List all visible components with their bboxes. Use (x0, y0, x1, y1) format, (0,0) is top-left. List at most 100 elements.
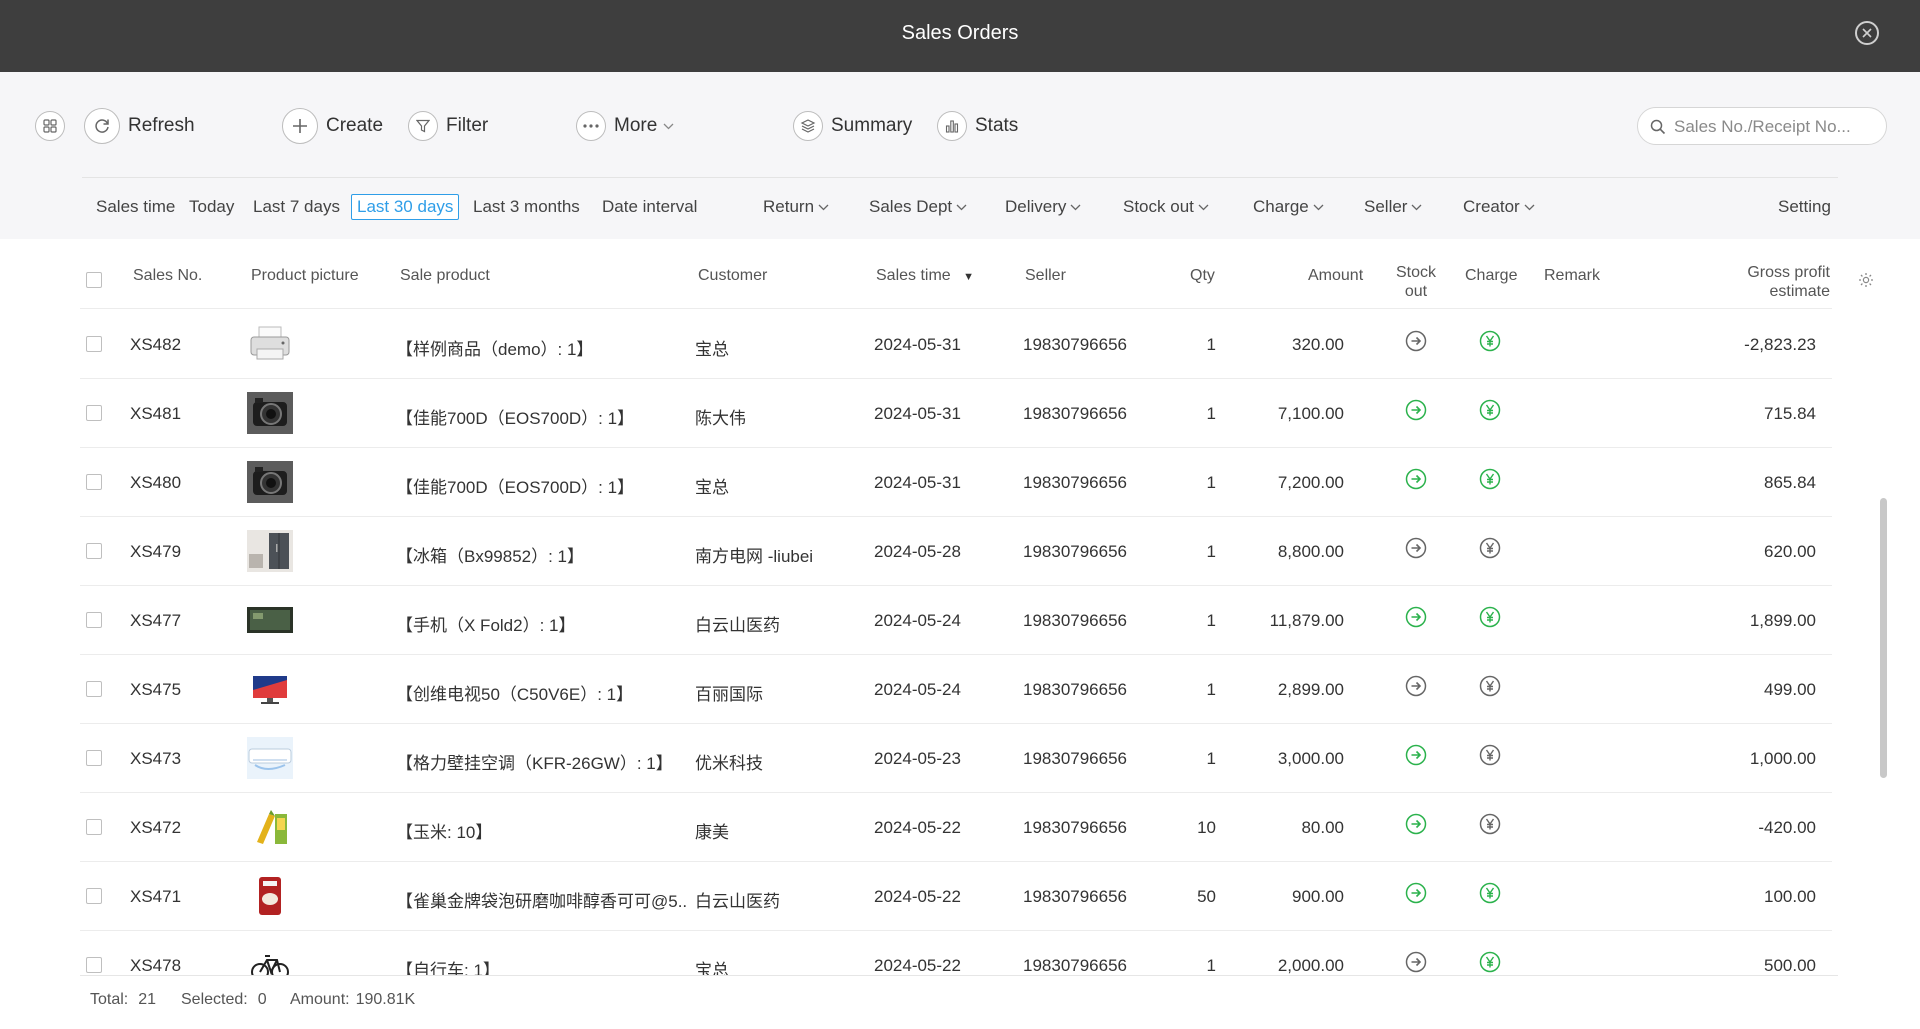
sales-time: 2024-05-28 (874, 542, 961, 561)
sales-dept-dropdown[interactable]: Sales Dept (869, 197, 967, 217)
charge-pending-icon[interactable] (1479, 675, 1501, 697)
stats-button[interactable]: Stats (937, 106, 1018, 146)
row-checkbox[interactable] (86, 612, 102, 628)
table-header: Sales No. Product picture Sale product C… (80, 239, 1873, 309)
return-dropdown[interactable]: Return (763, 197, 829, 217)
col-seller[interactable]: Seller (1025, 267, 1066, 285)
sales-no[interactable]: XS480 (130, 473, 181, 493)
stock-out-done-icon[interactable] (1405, 744, 1427, 766)
qty: 1 (1206, 680, 1216, 699)
sort-desc-icon: ▼ (963, 271, 975, 283)
stock-out-pending-icon[interactable] (1405, 675, 1427, 697)
seller-dropdown[interactable]: Seller (1364, 197, 1422, 217)
sales-no[interactable]: XS482 (130, 335, 181, 355)
filter-last-30-days[interactable]: Last 30 days (351, 194, 460, 220)
refresh-button[interactable]: Refresh (84, 106, 195, 146)
table-row[interactable]: XS480 【佳能700D（EOS700D）: 1】 宝总 2024-05-31 198… (80, 448, 1832, 517)
sales-no[interactable]: XS477 (130, 611, 181, 631)
row-checkbox[interactable] (86, 474, 102, 490)
charge-pending-icon[interactable] (1479, 813, 1501, 835)
search-box[interactable] (1637, 107, 1887, 145)
charge-done-icon[interactable] (1479, 330, 1501, 352)
stock-out-pending-icon[interactable] (1405, 951, 1427, 973)
sales-no[interactable]: XS473 (130, 749, 181, 769)
more-button[interactable]: More (576, 106, 674, 146)
amount-label: Amount: (290, 991, 350, 1008)
col-sales-no[interactable]: Sales No. (133, 267, 202, 285)
select-all-checkbox[interactable] (86, 272, 102, 288)
sale-product: 【自行车: 1】 (396, 961, 500, 975)
create-button[interactable]: Create (282, 106, 383, 146)
col-sales-time[interactable]: Sales time ▼ (876, 267, 974, 285)
filter-last-3-months[interactable]: Last 3 months (473, 197, 580, 217)
table-row[interactable]: XS481 【佳能700D（EOS700D）: 1】 陈大伟 2024-05-31 19… (80, 379, 1832, 448)
sales-no[interactable]: XS471 (130, 887, 181, 907)
sale-product: 【佳能700D（EOS700D）: 1】 (396, 478, 635, 497)
col-gross-profit[interactable]: Gross profit estimate (1720, 263, 1830, 301)
stock-out-done-icon[interactable] (1405, 399, 1427, 421)
orders-table: Sales No. Product picture Sale product C… (0, 239, 1920, 975)
table-row[interactable]: XS473 【格力壁挂空调（KFR-26GW）: 1】 优米科技 2024-05-23… (80, 724, 1832, 793)
product-image (247, 875, 293, 917)
col-qty[interactable]: Qty (1190, 267, 1215, 285)
charge-dropdown[interactable]: Charge (1253, 197, 1324, 217)
sales-no[interactable]: XS481 (130, 404, 181, 424)
charge-done-icon[interactable] (1479, 468, 1501, 490)
sales-no[interactable]: XS478 (130, 956, 181, 975)
stock-out-label: Stock out (1123, 197, 1194, 216)
charge-label: Charge (1253, 197, 1309, 216)
filter-today[interactable]: Today (189, 197, 234, 217)
row-checkbox[interactable] (86, 957, 102, 973)
stock-out-pending-icon[interactable] (1405, 537, 1427, 559)
amount: 7,100.00 (1277, 404, 1344, 423)
table-row[interactable]: XS475 【创维电视50（C50V6E）: 1】 百丽国际 2024-05-24 19… (80, 655, 1832, 724)
table-row[interactable]: XS482 【样例商品（demo）: 1】 宝总 2024-05-31 19830796… (80, 310, 1832, 379)
row-checkbox[interactable] (86, 336, 102, 352)
stock-out-done-icon[interactable] (1405, 813, 1427, 835)
charge-pending-icon[interactable] (1479, 537, 1501, 559)
amount: 900.00 (1292, 887, 1344, 906)
stock-out-done-icon[interactable] (1405, 882, 1427, 904)
col-amount[interactable]: Amount (1308, 267, 1363, 285)
vertical-scrollbar[interactable] (1880, 498, 1887, 778)
table-row[interactable]: XS478 【自行车: 1】 宝总 2024-05-22 19830796656 1 2,0… (80, 931, 1832, 975)
row-checkbox[interactable] (86, 681, 102, 697)
stock-out-done-icon[interactable] (1405, 606, 1427, 628)
table-row[interactable]: XS471 【雀巢金牌袋泡研磨咖啡醇香可可@5... 白云山医药 2024-05-22… (80, 862, 1832, 931)
sales-no[interactable]: XS472 (130, 818, 181, 838)
summary-button[interactable]: Summary (793, 106, 912, 146)
filter-last-7-days[interactable]: Last 7 days (253, 197, 340, 217)
stock-out-pending-icon[interactable] (1405, 330, 1427, 352)
stock-out-dropdown[interactable]: Stock out (1123, 197, 1209, 217)
delivery-dropdown[interactable]: Delivery (1005, 197, 1081, 217)
close-button[interactable] (1855, 21, 1879, 45)
grid-menu-button[interactable] (35, 106, 73, 146)
table-row[interactable]: XS477 【手机（X Fold2）: 1】 白云山医药 2024-05-24 1983… (80, 586, 1832, 655)
charge-done-icon[interactable] (1479, 399, 1501, 421)
table-row[interactable]: XS472 【玉米: 10】 康美 2024-05-22 19830796656 10 80… (80, 793, 1832, 862)
creator-dropdown[interactable]: Creator (1463, 197, 1535, 217)
funnel-icon (408, 111, 438, 141)
sales-no[interactable]: XS479 (130, 542, 181, 562)
gross-profit: 620.00 (1764, 542, 1816, 561)
column-settings-button[interactable] (1858, 272, 1874, 293)
charge-done-icon[interactable] (1479, 606, 1501, 628)
charge-done-icon[interactable] (1479, 882, 1501, 904)
refresh-icon (84, 108, 120, 144)
filter-date-interval[interactable]: Date interval (602, 197, 697, 217)
row-checkbox[interactable] (86, 405, 102, 421)
sales-no[interactable]: XS475 (130, 680, 181, 700)
table-row[interactable]: XS479 【冰箱（Bx99852）: 1】 南方电网 -liubei 2024-05… (80, 517, 1832, 586)
amount: 3,000.00 (1277, 749, 1344, 768)
row-checkbox[interactable] (86, 819, 102, 835)
col-customer[interactable]: Customer (698, 267, 767, 285)
search-input[interactable] (1674, 115, 1874, 139)
charge-pending-icon[interactable] (1479, 744, 1501, 766)
row-checkbox[interactable] (86, 750, 102, 766)
row-checkbox[interactable] (86, 543, 102, 559)
stock-out-done-icon[interactable] (1405, 468, 1427, 490)
row-checkbox[interactable] (86, 888, 102, 904)
charge-done-icon[interactable] (1479, 951, 1501, 973)
setting-link[interactable]: Setting (1778, 197, 1831, 217)
filter-button[interactable]: Filter (408, 106, 488, 146)
